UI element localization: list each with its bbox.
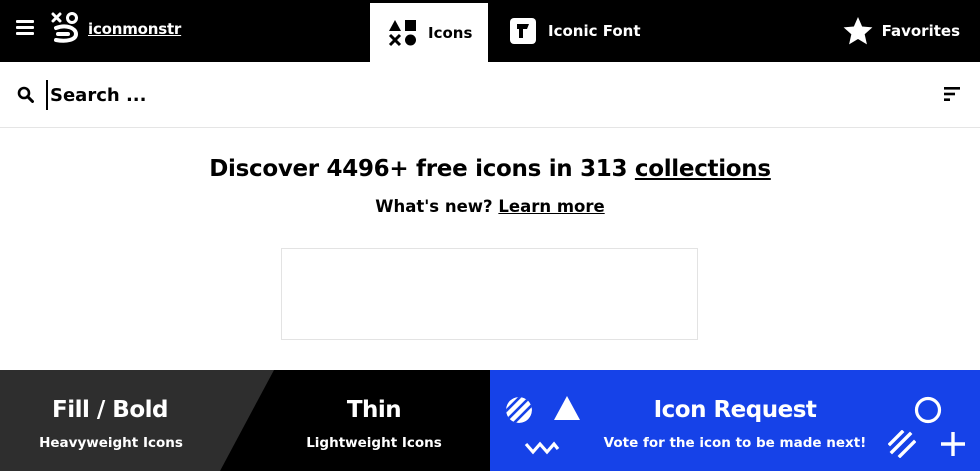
favorites-label: Favorites — [881, 22, 960, 40]
triangle-icon — [554, 396, 580, 420]
hamburger-menu-icon[interactable] — [16, 20, 34, 36]
star-icon — [843, 17, 873, 45]
tab-label: Icons — [428, 23, 473, 42]
thin-subtitle: Lightweight Icons — [306, 435, 442, 451]
icon-request-panel[interactable]: Icon Request Vote for the icon to be mad… — [490, 370, 980, 471]
fill-bold-title: Fill / Bold — [52, 397, 168, 423]
iconmonstr-logo-icon — [51, 12, 79, 43]
tab-label: Iconic Font — [548, 22, 641, 40]
favorites-link[interactable]: Favorites — [842, 0, 960, 62]
whats-new-line: What's new? Learn more — [0, 197, 980, 216]
tab-iconic-font[interactable]: Iconic Font — [508, 0, 658, 62]
search-icon[interactable] — [17, 86, 34, 103]
icon-request-subtitle: Vote for the icon to be made next! — [603, 435, 867, 451]
thin-title: Thin — [346, 397, 402, 423]
site-logo[interactable]: iconmonstr — [50, 12, 181, 46]
diagonal-lines-icon — [888, 430, 916, 458]
tab-icons[interactable]: Icons — [370, 3, 488, 62]
filter-sort-icon[interactable] — [944, 86, 960, 102]
whats-new-text: What's new? — [375, 197, 499, 216]
fill-bold-subtitle: Heavyweight Icons — [39, 435, 183, 451]
ring-icon — [914, 396, 942, 424]
plus-icon — [941, 432, 965, 456]
search-bar — [0, 62, 980, 128]
headline-text: Discover 4496+ free icons in 313 — [209, 156, 635, 182]
collections-link[interactable]: collections — [635, 156, 771, 182]
learn-more-link[interactable]: Learn more — [498, 197, 604, 216]
search-input[interactable] — [46, 80, 746, 110]
ad-placeholder — [281, 248, 698, 340]
page-headline: Discover 4496+ free icons in 313 collect… — [0, 156, 980, 182]
shapes-icon — [388, 19, 416, 46]
logo-text: iconmonstr — [88, 20, 182, 38]
top-navbar: iconmonstr Icons Iconic Font Favorites — [0, 0, 980, 62]
weight-panels: Fill / Bold Heavyweight Icons Thin Light… — [0, 370, 490, 471]
icon-request-title: Icon Request — [653, 397, 817, 423]
iconic-font-icon — [510, 18, 536, 44]
zigzag-icon — [524, 441, 560, 455]
striped-circle-icon — [506, 397, 532, 423]
